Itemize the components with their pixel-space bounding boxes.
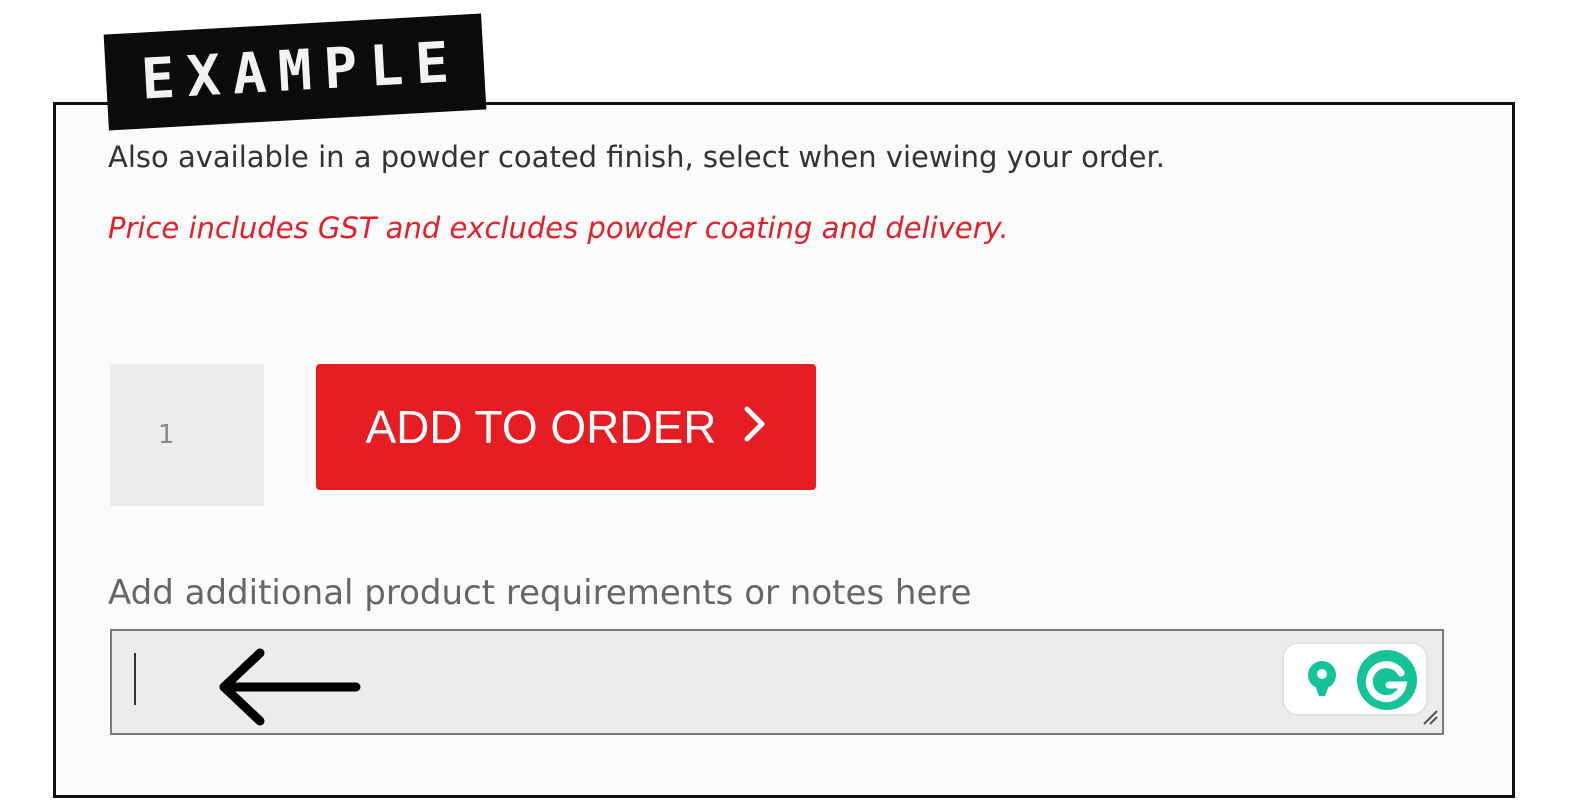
- grammarly-icon[interactable]: [1356, 649, 1418, 715]
- left-arrow-icon: [212, 647, 362, 731]
- price-note: Price includes GST and excludes powder c…: [108, 211, 1009, 245]
- quantity-input[interactable]: [110, 364, 264, 506]
- chevron-right-icon: [743, 400, 767, 454]
- finish-note: Also available in a powder coated finish…: [108, 140, 1165, 174]
- example-stamp-text: EXAMPLE: [139, 29, 463, 113]
- text-caret: [134, 653, 136, 705]
- screenshot-canvas: EXAMPLE Also available in a powder coate…: [0, 0, 1580, 804]
- lightbulb-icon[interactable]: [1304, 658, 1340, 704]
- notes-label: Add additional product requirements or n…: [108, 573, 972, 613]
- add-to-order-button[interactable]: ADD TO ORDER: [316, 364, 816, 490]
- grammarly-widget[interactable]: [1284, 644, 1426, 714]
- resize-handle-icon[interactable]: [1421, 708, 1439, 730]
- add-to-order-label: ADD TO ORDER: [365, 401, 717, 453]
